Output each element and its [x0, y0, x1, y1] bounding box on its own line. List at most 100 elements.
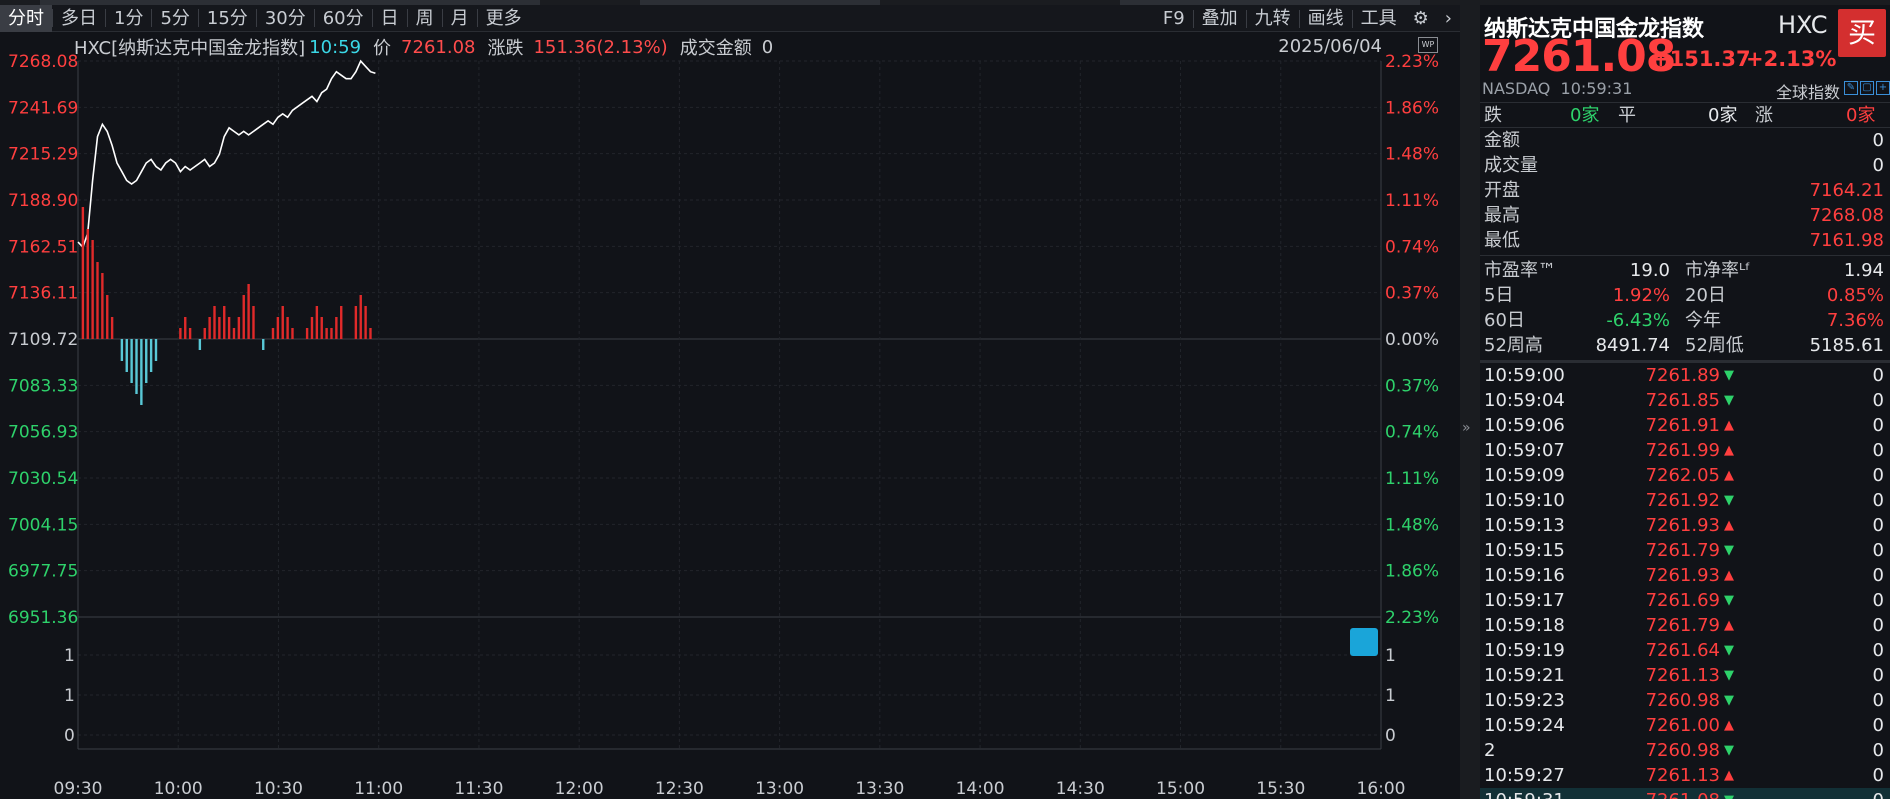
- metric-value: 1.94: [1843, 260, 1884, 281]
- tick-price: 7261.00: [1645, 715, 1720, 736]
- global-index-link[interactable]: 全球指数: [1776, 79, 1840, 103]
- edit-icon[interactable]: ✎: [1844, 81, 1858, 95]
- tick-row[interactable]: 10:59:21 7261.13 ▼ 0: [1480, 663, 1890, 688]
- arrow-up-icon: ▲: [1724, 418, 1734, 433]
- stat-value: 7164.21: [1809, 180, 1884, 201]
- breadth-bar: [252, 306, 255, 339]
- tick-row[interactable]: 10:59:16 7261.93 ▲ 0: [1480, 563, 1890, 588]
- tick-time: 2: [1484, 740, 1496, 761]
- breadth-bar: [81, 207, 85, 339]
- add-icon[interactable]: +: [1876, 81, 1890, 95]
- price-axis-label: 7268.08: [8, 52, 78, 72]
- breadth-bar: [271, 328, 275, 339]
- tick-list[interactable]: 10:59:00 7261.89 ▼ 0 10:59:04 7261.85 ▼ 0 10:59:…: [1480, 360, 1890, 799]
- tick-row[interactable]: 10:59:07 7261.99 ▲ 0: [1480, 438, 1890, 463]
- tick-row[interactable]: 10:59:06 7261.91 ▲ 0: [1480, 413, 1890, 438]
- tick-price: 7261.08: [1620, 788, 1720, 799]
- tick-volume: 0: [1872, 765, 1884, 786]
- window-icon[interactable]: ▢: [1860, 81, 1874, 95]
- price-axis-label: 7162.51: [8, 237, 78, 257]
- pct-axis-label: 1.11%: [1385, 191, 1439, 211]
- tick-time: 10:59:27: [1484, 765, 1565, 786]
- pct-axis-label: 0.37%: [1385, 284, 1439, 304]
- pct-axis-label: 2.23%: [1385, 608, 1439, 628]
- tick-volume: 0: [1872, 415, 1884, 436]
- tick-row[interactable]: 10:59:31 7261.08 ▼ 0: [1480, 788, 1890, 799]
- metric-value: 5185.61: [1809, 335, 1884, 356]
- tick-volume: 0: [1872, 515, 1884, 536]
- tick-volume: 0: [1872, 740, 1884, 761]
- metric-value: 0.85%: [1826, 285, 1884, 306]
- buy-button[interactable]: 买: [1838, 9, 1886, 57]
- stat-label: 最高: [1484, 205, 1520, 226]
- stat-row: 开盘 7164.21: [1480, 178, 1890, 203]
- metric-value: 19.0: [1629, 260, 1670, 281]
- time-axis-label: 12:30: [655, 779, 704, 799]
- tick-row[interactable]: 2 7260.98 ▼ 0: [1480, 738, 1890, 763]
- arrow-up-icon: ▲: [1724, 718, 1734, 733]
- exchange-time: NASDAQ 10:59:31: [1482, 79, 1632, 98]
- expand-arrow-icon[interactable]: »: [1462, 420, 1471, 436]
- tick-volume: 0: [1872, 615, 1884, 636]
- breadth-bar: [227, 317, 231, 339]
- breadth-bar: [242, 295, 245, 339]
- tick-row[interactable]: 10:59:19 7261.64 ▼ 0: [1480, 638, 1890, 663]
- tick-time: 10:59:13: [1484, 515, 1565, 536]
- tick-volume: 0: [1872, 540, 1884, 561]
- breadth-bar: [203, 328, 206, 339]
- price-axis-label: 7215.29: [8, 145, 78, 165]
- tick-row[interactable]: 10:59:24 7261.00 ▲ 0: [1480, 713, 1890, 738]
- price-axis-label: 6951.36: [8, 608, 78, 628]
- tick-price: 7261.93: [1645, 565, 1720, 586]
- tick-row[interactable]: 10:59:09 7262.05 ▲ 0: [1480, 463, 1890, 488]
- tick-time: 10:59:09: [1484, 465, 1565, 486]
- stat-row: 成交量 0: [1480, 153, 1890, 178]
- breadth-bar: [91, 240, 94, 339]
- time-axis-label: 10:00: [154, 779, 203, 799]
- arrow-up-icon: ▲: [1724, 568, 1734, 583]
- tick-time: 10:59:31: [1484, 788, 1565, 799]
- breadth-bar: [340, 306, 343, 339]
- tick-time: 10:59:06: [1484, 415, 1565, 436]
- tick-time: 10:59:04: [1484, 390, 1565, 411]
- tick-row[interactable]: 10:59:17 7261.69 ▼ 0: [1480, 588, 1890, 613]
- pct-axis-label: 1.86%: [1385, 98, 1439, 118]
- tick-row[interactable]: 10:59:00 7261.89 ▼ 0: [1480, 363, 1890, 388]
- tick-row[interactable]: 10:59:04 7261.85 ▼ 0: [1480, 388, 1890, 413]
- tick-row[interactable]: 10:59:10 7261.92 ▼ 0: [1480, 488, 1890, 513]
- change-percent: +2.13%: [1746, 47, 1837, 71]
- valuation-grid: 市盈率™ 19.0 市净率ᴸᶠ 1.94 5日 1.92% 20日 0.85% 60日 -6.43…: [1480, 258, 1890, 358]
- tick-price: 7261.91: [1645, 415, 1720, 436]
- tick-volume: 0: [1872, 590, 1884, 611]
- time-axis-label: 13:30: [855, 779, 904, 799]
- valuation-row: 市盈率™ 19.0 市净率ᴸᶠ 1.94: [1480, 258, 1890, 283]
- quote-panel: 纳斯达克中国金龙指数 HXC 买 7261.08 +151.37 +2.13% …: [1480, 5, 1890, 799]
- breadth-bar: [335, 317, 338, 339]
- stat-row: 最高 7268.08: [1480, 203, 1890, 228]
- tick-volume: 0: [1872, 390, 1884, 411]
- breadth-bar: [305, 328, 309, 339]
- breadth-bar: [320, 317, 323, 339]
- stats-list: 金额 0 成交量 0 开盘 7164.21 最高 7268.08 最低 7161.98: [1480, 128, 1890, 253]
- breadth-bar: [369, 328, 372, 339]
- tick-row[interactable]: 10:59:15 7261.79 ▼ 0: [1480, 538, 1890, 563]
- arrow-down-icon: ▼: [1724, 543, 1734, 558]
- breadth-bar: [110, 317, 114, 339]
- time-axis-label: 11:00: [354, 779, 403, 799]
- tick-price: 7261.99: [1645, 440, 1720, 461]
- breadth-bar: [359, 295, 362, 339]
- tick-row[interactable]: 10:59:23 7260.98 ▼ 0: [1480, 688, 1890, 713]
- tick-row[interactable]: 10:59:27 7261.13 ▲ 0: [1480, 763, 1890, 788]
- intraday-chart[interactable]: 7268.08 2.23% 7241.69 1.86% 7215.29 1.48% 7188…: [0, 5, 1460, 799]
- time-axis-label: 11:30: [454, 779, 503, 799]
- arrow-up-icon: ▲: [1724, 443, 1734, 458]
- chart-area: 分时 多日 1分 5分 15分 30分 60分日周月更多 F9 叠加 九转 画线 工具 ⚙ › HXC[…: [0, 4, 1460, 799]
- arrow-up-icon: ▲: [1724, 618, 1734, 633]
- tick-row[interactable]: 10:59:13 7261.93 ▲ 0: [1480, 513, 1890, 538]
- breadth-bar: [120, 339, 124, 361]
- tick-row[interactable]: 10:59:18 7261.79 ▲ 0: [1480, 613, 1890, 638]
- valuation-row: 5日 1.92% 20日 0.85%: [1480, 283, 1890, 308]
- breadth-bar: [330, 328, 333, 339]
- stat-value: 0: [1872, 130, 1884, 151]
- breadth-bar: [218, 317, 221, 339]
